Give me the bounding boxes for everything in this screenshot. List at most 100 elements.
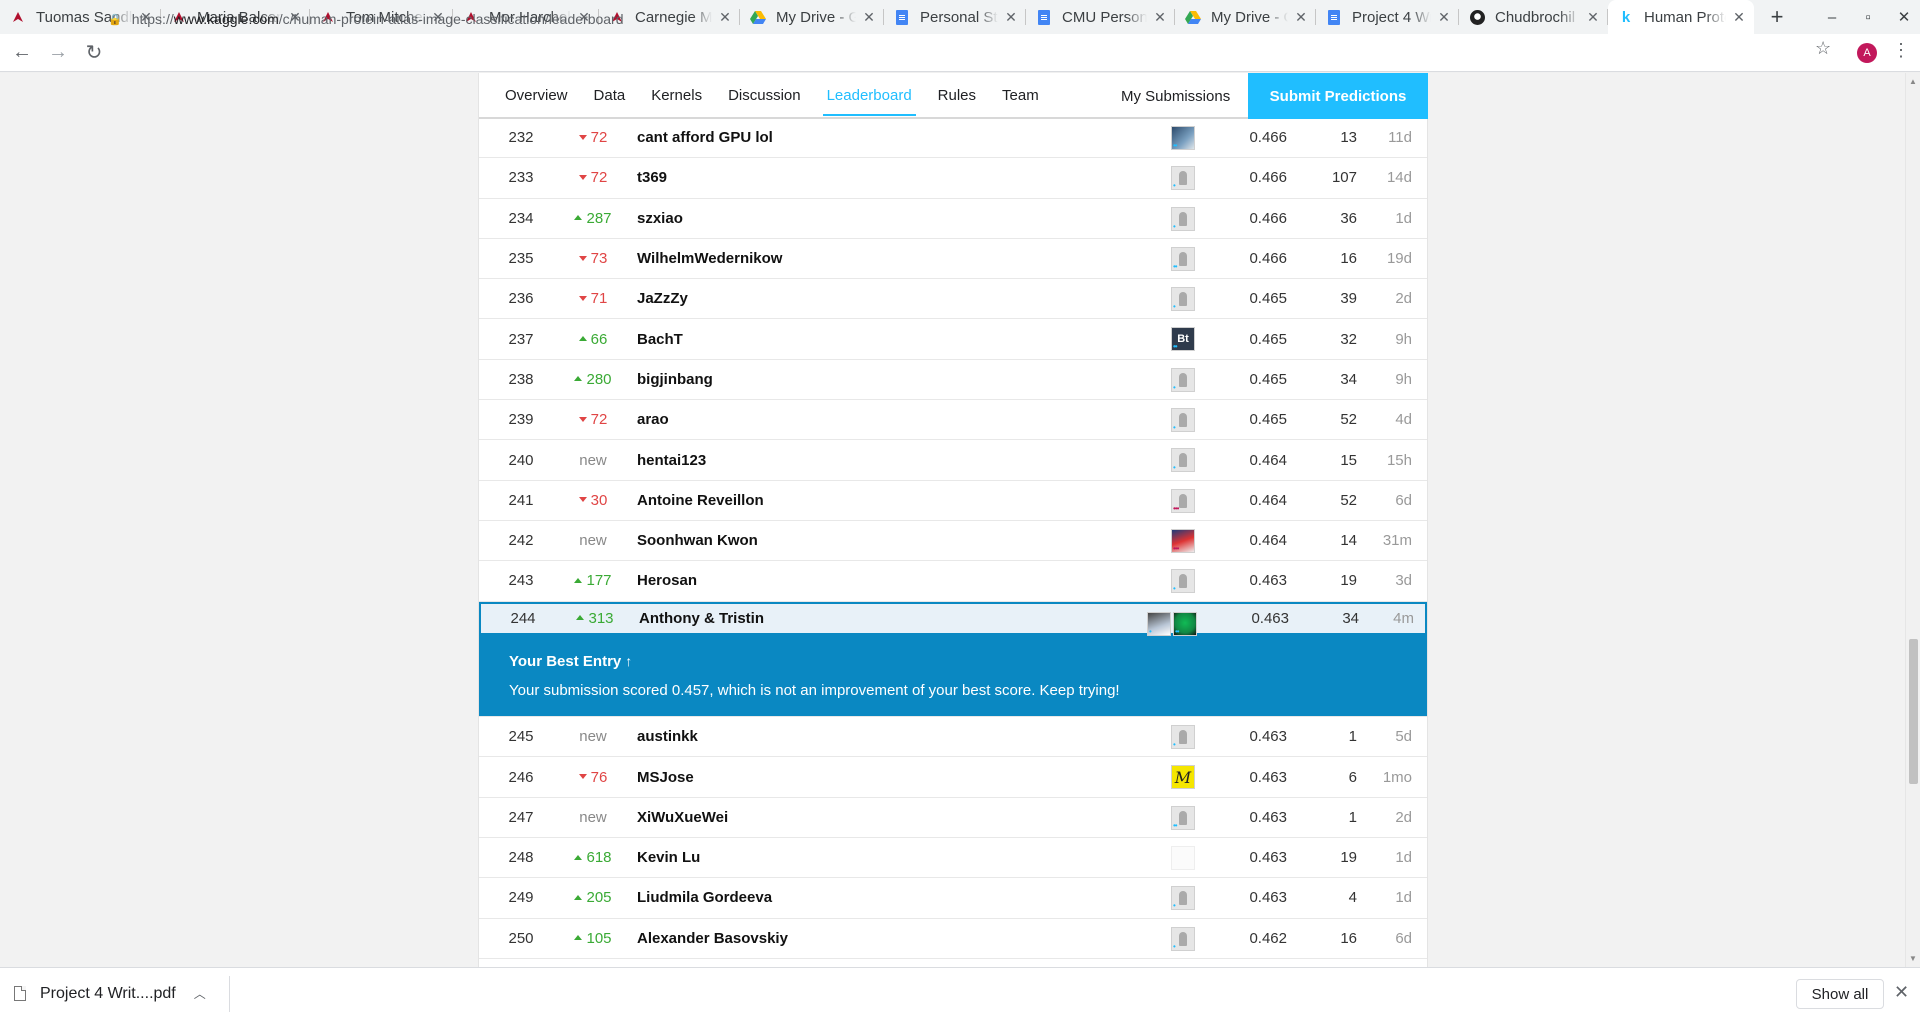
avatar[interactable]: • [1171,287,1195,312]
leaderboard-row[interactable]: 234 287 szxiao • 0.466 36 1d [479,199,1427,239]
avatar[interactable] [1171,845,1195,870]
leaderboard-row[interactable]: 233 72 t369 • 0.466 107 14d [479,158,1427,199]
my-submissions-link[interactable]: My Submissions [1121,73,1230,119]
avatar[interactable]: ••• [1171,488,1195,513]
leaderboard-row[interactable]: 236 71 JaZzZy • 0.465 39 2d [479,279,1427,320]
tab-discussion[interactable]: Discussion [728,73,801,117]
download-item[interactable]: Project 4 Writ....pdf ︿ [14,968,206,1018]
rank-change-value: new [579,728,607,746]
score: 0.466 [1249,250,1287,268]
bookmark-star-icon[interactable]: ☆ [1815,38,1831,59]
avatar[interactable]: • [1171,367,1195,392]
leaderboard-row[interactable]: 248 618 Kevin Lu 0.463 19 1d [479,838,1427,879]
profile-avatar[interactable]: A [1857,43,1877,63]
leaderboard-row[interactable]: 250 105 Alexander Basovskiy • 0.462 16 6d [479,919,1427,959]
address-bar[interactable]: 🔒 https://www.kaggle.com/c/human-protein… [108,5,1828,33]
rank-up-icon [578,336,587,342]
avatar[interactable]: •• [1171,126,1195,150]
browser-menu-icon[interactable]: ⋮ [1892,40,1910,61]
team-name[interactable]: XiWuXueWei [637,809,728,826]
rank-change-value: new [579,451,607,469]
leaderboard-row[interactable]: 239 72 arao • 0.465 52 4d [479,400,1427,441]
rank-change: 72 [563,169,623,186]
team-name[interactable]: Herosan [637,572,697,589]
team-name[interactable]: Antoine Reveillon [637,492,764,509]
leaderboard-row[interactable]: 249 205 Liudmila Gordeeva • 0.463 4 1d [479,878,1427,919]
avatar[interactable]: ••• [1171,528,1195,553]
leaderboard-row[interactable]: 235 73 WilhelmWedernikow •• 0.466 16 19d [479,239,1427,280]
rank-change-value: 287 [586,209,612,227]
leaderboard-row[interactable]: 245 new austinkk • 0.463 1 5d [479,717,1427,758]
avatar[interactable]: • [1171,166,1195,191]
close-shelf-icon[interactable]: ✕ [1894,982,1909,1003]
team-name[interactable]: MSJose [637,769,694,786]
close-window-icon[interactable]: ✕ [1886,0,1920,34]
leaderboard-row[interactable]: 240 new hentai123 • 0.464 15 15h [479,440,1427,481]
tab-leaderboard[interactable]: Leaderboard [822,73,916,117]
team-name[interactable]: cant afford GPU lol [637,129,773,146]
tab-kernels[interactable]: Kernels [651,73,702,117]
team-name[interactable]: Liudmila Gordeeva [637,889,772,906]
avatar[interactable]: • [1171,408,1195,433]
tab-rules[interactable]: Rules [938,73,976,117]
leaderboard-row[interactable]: 238 280 bigjinbang • 0.465 34 9h [479,360,1427,401]
submit-predictions-button[interactable]: Submit Predictions [1248,73,1428,119]
leaderboard-row[interactable]: 242 new Soonhwan Kwon ••• 0.464 14 31m [479,521,1427,562]
avatar[interactable]: M [1171,765,1195,790]
team-members: ••• [1145,481,1205,520]
scroll-up-icon[interactable]: ▲ [1909,77,1917,86]
team-name[interactable]: hentai123 [637,452,706,469]
team-name[interactable]: Kevin Lu [637,849,700,866]
back-arrow-icon[interactable]: ← [4,38,40,68]
reload-icon[interactable]: ↻ [76,38,112,68]
leaderboard-row[interactable]: 232 72 cant afford GPU lol •• 0.466 13 11d [479,118,1427,159]
last-submission: 1mo [1382,768,1412,786]
tab-team[interactable]: Team [1002,73,1039,117]
team-name[interactable]: Soonhwan Kwon [637,532,758,549]
leaderboard-row[interactable]: 243 177 Herosan • 0.463 19 3d [479,561,1427,602]
avatar[interactable]: •• [1171,246,1195,271]
avatar[interactable]: • [1171,448,1195,473]
scroll-down-icon[interactable]: ▼ [1909,954,1917,963]
entries-count: 52 [1340,411,1357,429]
team-name[interactable]: austinkk [637,728,698,745]
avatar[interactable]: Bt •• [1171,327,1195,352]
leaderboard-row[interactable]: 237 66 BachT Bt •• 0.465 32 9h [479,319,1427,360]
avatar[interactable]: • [1171,206,1195,231]
tab-overview[interactable]: Overview [505,73,568,117]
team-name[interactable]: bigjinbang [637,371,713,388]
team-members: • [1145,878,1205,917]
page-scrollbar[interactable]: ▲ ▼ [1905,73,1920,967]
team-name[interactable]: Anthony & Tristin [639,610,764,627]
rank: 234 [508,209,534,227]
team-name[interactable]: arao [637,411,669,428]
rank-down-icon [578,416,587,422]
avatar[interactable]: • [1171,926,1195,951]
team-name[interactable]: BachT [637,331,683,348]
scrollbar-thumb[interactable] [1909,639,1918,784]
show-all-button[interactable]: Show all [1796,979,1884,1009]
avatar[interactable]: • [1171,725,1195,750]
team-name[interactable]: JaZzZy [637,290,688,307]
team-name[interactable]: Alexander Basovskiy [637,930,788,947]
leaderboard-row[interactable]: 241 30 Antoine Reveillon ••• 0.464 52 6d [479,481,1427,521]
avatar[interactable]: • [1171,886,1195,911]
maximize-icon[interactable]: ▫ [1850,0,1886,34]
tab-data[interactable]: Data [594,73,626,117]
rank-change: 30 [563,492,623,509]
avatar[interactable]: • [1171,569,1195,594]
chevron-up-icon[interactable]: ︿ [194,985,206,1002]
team-name[interactable]: t369 [637,169,667,186]
team-name[interactable]: WilhelmWedernikow [637,250,782,267]
leaderboard-table: 232 72 cant afford GPU lol •• 0.466 13 11d 233 7… [479,118,1427,959]
leaderboard-row[interactable]: 246 76 MSJose M 0.463 6 1mo [479,757,1427,798]
team-name[interactable]: szxiao [637,210,683,227]
avatar[interactable]: •• [1171,805,1195,830]
leaderboard-row[interactable]: 247 new XiWuXueWei •• 0.463 1 2d [479,798,1427,838]
score: 0.465 [1249,370,1287,388]
avatar[interactable]: •• [1173,611,1197,636]
rank-change: 66 [563,331,623,348]
forward-arrow-icon[interactable]: → [40,38,76,68]
my-team-row[interactable]: 244 313 Anthony & Tristin • •• 0.463 34 4m [479,601,1427,636]
avatar[interactable]: • [1147,611,1171,636]
